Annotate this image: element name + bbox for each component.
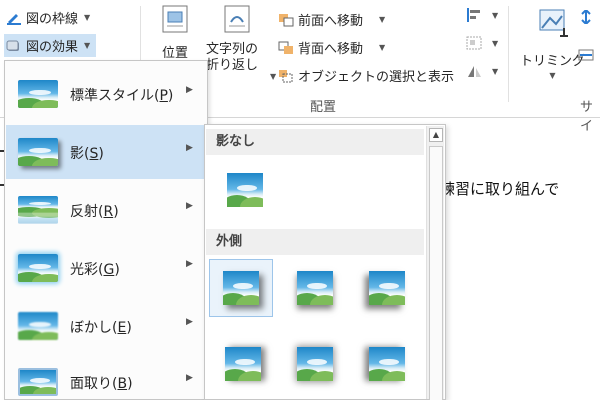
picture-thumbnail	[227, 173, 263, 207]
submenu-scrollbar[interactable]: ▲	[426, 126, 444, 400]
preset-outer-shadow-1[interactable]	[209, 259, 273, 317]
rotate-icon	[466, 64, 482, 78]
chevron-right-icon: ▶	[186, 201, 193, 211]
menu-item-label: 反射(R)	[70, 204, 119, 220]
menu-item-label: 光彩(G)	[70, 262, 120, 278]
soft-edges-icon	[18, 312, 58, 340]
chevron-down-icon: ▼	[492, 10, 499, 20]
shadow-icon	[18, 138, 58, 166]
chevron-right-icon: ▶	[186, 373, 193, 383]
glow-icon	[18, 254, 58, 282]
picture-effects-button[interactable]: 図の効果 ▼	[4, 34, 97, 57]
preset-no-shadow[interactable]	[213, 161, 277, 219]
align-icon	[466, 8, 482, 22]
menu-item-label: ぼかし(E)	[70, 320, 132, 336]
rotate-button[interactable]: ▼	[466, 64, 498, 78]
menu-item-shadow[interactable]: 影(S) ▶	[6, 125, 206, 179]
menu-item-reflection[interactable]: 反射(R) ▶	[6, 183, 206, 237]
no-shadow-header: 影なし	[206, 129, 424, 155]
menu-item-bevel[interactable]: 面取り(B) ▶	[6, 355, 206, 400]
width-icon	[578, 48, 594, 62]
height-icon	[578, 8, 594, 26]
bring-forward-label: 前面へ移動	[298, 14, 364, 29]
effects-icon	[6, 39, 22, 53]
picture-effects-menu: 標準スタイル(P) ▶ 影(S) ▶ 反射(R) ▶ 光彩(G) ▶ ぼかし(E…	[4, 60, 208, 400]
picture-effects-label: 図の効果	[26, 40, 79, 55]
preset-icon	[18, 80, 58, 108]
wrap-text-label-line2: 折り返し	[206, 58, 259, 73]
preset-outer-shadow-6[interactable]	[355, 335, 419, 393]
picture-thumbnail	[369, 271, 405, 305]
chevron-down-icon: ▼	[270, 72, 277, 81]
chevron-down-icon: ▼	[379, 43, 386, 52]
picture-thumbnail	[297, 271, 333, 305]
bevel-icon	[18, 368, 58, 396]
menu-item-label: 標準スタイル(P)	[70, 88, 174, 104]
align-button[interactable]: ▼	[466, 8, 498, 22]
chevron-right-icon: ▶	[186, 317, 193, 327]
shadow-submenu: 影なし 外側 ▲	[204, 124, 446, 400]
chevron-right-icon: ▶	[186, 259, 193, 269]
selection-pane-label: オブジェクトの選択と表示	[298, 70, 455, 85]
reflection-icon	[18, 196, 58, 224]
size-group-label: サイ	[580, 100, 594, 134]
preset-outer-shadow-3[interactable]	[355, 259, 419, 317]
menu-item-soft-edges[interactable]: ぼかし(E) ▶	[6, 299, 206, 353]
position-icon	[160, 4, 190, 34]
outer-shadow-header: 外側	[206, 229, 424, 255]
picture-thumbnail	[297, 347, 333, 381]
menu-item-glow[interactable]: 光彩(G) ▶	[6, 241, 206, 295]
picture-thumbnail	[225, 347, 261, 381]
height-field[interactable]	[578, 8, 598, 26]
send-backward-icon	[278, 41, 294, 55]
chevron-right-icon: ▶	[186, 143, 193, 153]
arrange-group-label: 配置	[310, 100, 337, 115]
selection-pane-button[interactable]: オブジェクトの選択と表示	[278, 66, 454, 85]
chevron-down-icon: ▼	[492, 66, 499, 76]
chevron-down-icon: ▼	[379, 15, 386, 24]
chevron-right-icon: ▶	[186, 85, 193, 95]
menu-item-preset[interactable]: 標準スタイル(P) ▶	[6, 67, 206, 121]
scroll-up-icon[interactable]: ▲	[429, 128, 443, 142]
wrap-text-button[interactable]: 文字列の 折り返し	[206, 4, 258, 74]
crop-label: トリミング	[520, 54, 586, 69]
position-button[interactable]: 位置	[160, 4, 190, 61]
chevron-down-icon: ▼	[549, 71, 556, 80]
selection-pane-icon	[278, 69, 294, 83]
document-text: 練習に取り組んで	[440, 180, 560, 198]
chevron-down-icon: ▼	[492, 38, 499, 48]
position-label: 位置	[161, 46, 188, 61]
width-field[interactable]	[578, 48, 598, 62]
separator	[508, 6, 509, 102]
scroll-thumb[interactable]	[429, 146, 443, 400]
send-backward-button[interactable]: 背面へ移動 ▼	[278, 38, 385, 57]
picture-thumbnail	[369, 347, 405, 381]
bring-forward-button[interactable]: 前面へ移動 ▼	[278, 10, 385, 29]
menu-item-label: 面取り(B)	[70, 376, 133, 392]
wrap-text-label-line1: 文字列の	[206, 42, 259, 57]
chevron-down-icon: ▼	[84, 41, 91, 50]
preset-outer-shadow-5[interactable]	[283, 335, 347, 393]
wrap-text-icon	[222, 4, 252, 34]
group-button[interactable]: ▼	[466, 36, 498, 50]
preset-outer-shadow-2[interactable]	[283, 259, 347, 317]
preset-outer-shadow-4[interactable]	[211, 335, 275, 393]
menu-item-label: 影(S)	[70, 146, 104, 162]
crop-button[interactable]: トリミング ▼	[520, 6, 585, 80]
chevron-down-icon: ▼	[84, 13, 91, 22]
pencil-icon	[6, 11, 22, 25]
send-backward-label: 背面へ移動	[298, 42, 364, 57]
crop-icon	[536, 6, 570, 40]
bring-forward-icon	[278, 13, 294, 27]
picture-border-label: 図の枠線	[26, 12, 79, 27]
group-icon	[466, 36, 482, 50]
picture-thumbnail	[223, 271, 259, 305]
picture-border-button[interactable]: 図の枠線 ▼	[6, 8, 90, 27]
